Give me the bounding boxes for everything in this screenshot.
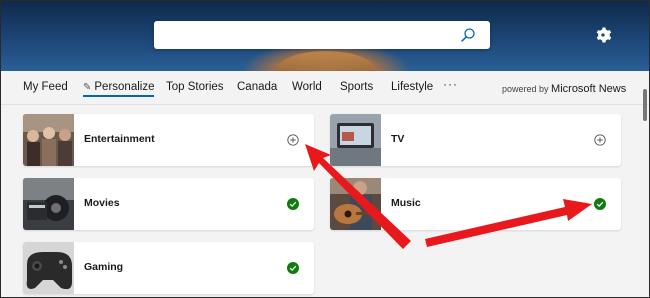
tab-my-feed[interactable]: My Feed bbox=[23, 81, 68, 93]
topic-label: Movies bbox=[84, 197, 120, 209]
app-window: My Feed ✎ Personalize Top Stories Canada … bbox=[0, 0, 650, 298]
tab-personalize-label: Personalize bbox=[94, 81, 155, 93]
check-circle-icon[interactable] bbox=[287, 262, 299, 274]
check-circle-icon[interactable] bbox=[287, 198, 299, 210]
powered-prefix: powered by bbox=[502, 84, 549, 94]
search-icon[interactable] bbox=[460, 27, 476, 43]
powered-brand: Microsoft News bbox=[551, 83, 627, 95]
topic-card-movies[interactable]: Movies bbox=[23, 178, 314, 230]
nav-bar: My Feed ✎ Personalize Top Stories Canada … bbox=[1, 71, 649, 105]
scrollbar-thumb[interactable] bbox=[643, 89, 647, 121]
tab-sports[interactable]: Sports bbox=[340, 81, 373, 93]
tab-personalize[interactable]: ✎ Personalize bbox=[83, 81, 155, 97]
topic-card-music[interactable]: Music bbox=[330, 178, 621, 230]
topic-label: Entertainment bbox=[84, 133, 155, 145]
tv-thumbnail bbox=[330, 114, 381, 166]
plus-circle-icon[interactable] bbox=[287, 134, 299, 146]
gear-icon[interactable] bbox=[594, 26, 612, 44]
powered-by: powered by Microsoft News bbox=[502, 83, 626, 95]
topic-label: Music bbox=[391, 197, 421, 209]
movies-thumbnail bbox=[23, 178, 74, 230]
music-thumbnail bbox=[330, 178, 381, 230]
check-circle-icon[interactable] bbox=[594, 198, 606, 210]
topic-card-tv[interactable]: TV bbox=[330, 114, 621, 166]
topic-label: TV bbox=[391, 133, 405, 145]
tab-canada[interactable]: Canada bbox=[237, 81, 277, 93]
tab-lifestyle[interactable]: Lifestyle bbox=[391, 81, 433, 93]
plus-circle-icon[interactable] bbox=[594, 134, 606, 146]
header-banner bbox=[1, 1, 649, 71]
tab-world[interactable]: World bbox=[292, 81, 322, 93]
search-input[interactable] bbox=[154, 21, 490, 49]
topic-card-gaming[interactable]: Gaming bbox=[23, 242, 314, 294]
more-icon[interactable]: ··· bbox=[443, 77, 458, 91]
pencil-icon: ✎ bbox=[83, 82, 92, 93]
topic-card-entertainment[interactable]: Entertainment bbox=[23, 114, 314, 166]
topic-label: Gaming bbox=[84, 261, 124, 273]
tab-top-stories[interactable]: Top Stories bbox=[166, 81, 224, 93]
gaming-thumbnail bbox=[23, 242, 74, 294]
entertainment-thumbnail bbox=[23, 114, 74, 166]
